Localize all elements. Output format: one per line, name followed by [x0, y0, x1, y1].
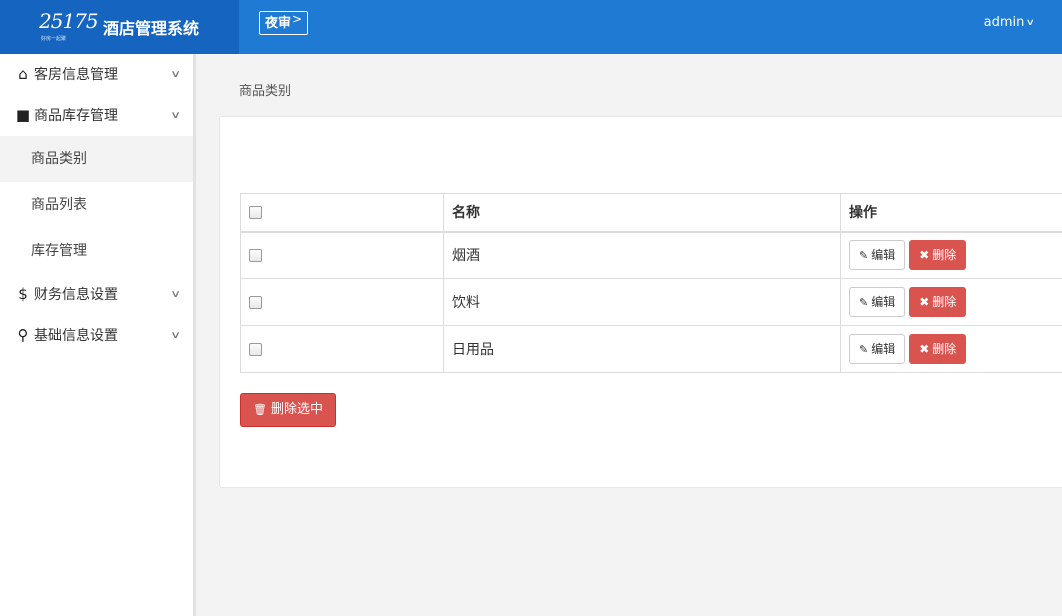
edit-button[interactable]: ✎ 编辑 [849, 240, 906, 271]
delete-button[interactable]: ✖ 删除 [909, 287, 967, 317]
night-audit-label: 夜审 [265, 16, 292, 31]
chevron-down-icon: ∨ [1026, 18, 1036, 28]
sidebar-subitem-stock[interactable]: 库存管理 [0, 228, 193, 274]
chevron-down-icon: ∨ [169, 110, 181, 121]
table-header-row: 名称 操作 [240, 193, 1062, 233]
row-checkbox-cell [240, 325, 444, 373]
sidebar: ⌂ 客房信息管理 ∨ ■ 商品库存管理 ∨ 商品类别 商品列表 库存管理 $ 财务信息… [0, 54, 196, 616]
link-icon: ⚲ [17, 326, 29, 344]
home-icon: ⌂ [18, 65, 28, 83]
user-menu[interactable]: admin ∨ [983, 15, 1036, 30]
delete-selected-button[interactable]: 🗑 删除选中 [240, 393, 336, 427]
delete-button[interactable]: ✖ 删除 [909, 240, 967, 271]
user-name: admin [983, 15, 1025, 30]
edit-label: 编辑 [871, 248, 896, 263]
logo: 25175 好房一起聚 [39, 9, 99, 45]
row-checkbox[interactable] [249, 342, 262, 356]
dollar-icon: $ [18, 285, 28, 303]
row-checkbox[interactable] [249, 295, 262, 309]
edit-button[interactable]: ✎ 编辑 [849, 334, 906, 364]
edit-icon: ✎ [859, 343, 869, 356]
brand-area: 25175 好房一起聚 酒店管理系统 [0, 0, 239, 54]
table-row: 饮料 ✎ 编辑 ✖ 删除 [240, 278, 1062, 326]
select-all-header [240, 193, 444, 233]
table-row: 日用品 ✎ 编辑 ✖ 删除 [240, 325, 1062, 373]
logo-subtitle: 好房一起聚 [41, 36, 67, 42]
category-table: 名称 操作 烟酒 ✎ 编辑 ✖ 删除 饮料 ✎ 编辑 ✖ 删除 日用品 ✎ 编辑… [240, 193, 1062, 373]
delete-selected-label: 删除选中 [270, 402, 323, 417]
sidebar-item-basic-info[interactable]: ⚲ 基础信息设置 ∨ [0, 315, 193, 356]
logo-text: 25175 [39, 9, 99, 33]
select-all-checkbox[interactable] [249, 205, 262, 219]
category-name: 饮料 [443, 278, 841, 326]
row-actions: ✎ 编辑 ✖ 删除 [840, 231, 1062, 279]
column-header-name: 名称 [443, 193, 841, 233]
sidebar-item-room-info[interactable]: ⌂ 客房信息管理 ∨ [0, 54, 193, 95]
top-bar: 25175 好房一起聚 酒店管理系统 夜审> admin ∨ [0, 0, 1062, 54]
table-row: 烟酒 ✎ 编辑 ✖ 删除 [240, 231, 1062, 279]
breadcrumb: 商品类别 [239, 84, 292, 99]
category-name: 日用品 [443, 325, 841, 373]
sidebar-item-label: 客房信息管理 [34, 67, 118, 83]
chevron-down-icon: ∨ [169, 69, 181, 80]
close-icon: ✖ [919, 295, 930, 309]
edit-icon: ✎ [859, 296, 869, 309]
edit-label: 编辑 [871, 295, 896, 309]
delete-label: 删除 [932, 295, 957, 309]
chevron-down-icon: ∨ [169, 289, 181, 300]
night-audit-button[interactable]: 夜审> [259, 11, 309, 35]
sidebar-item-label: 基础信息设置 [34, 328, 118, 344]
sidebar-item-label: 财务信息设置 [34, 287, 118, 303]
category-name: 烟酒 [443, 231, 841, 279]
sidebar-item-finance[interactable]: $ 财务信息设置 ∨ [0, 274, 193, 315]
close-icon: ✖ [919, 342, 930, 356]
content-panel: 名称 操作 烟酒 ✎ 编辑 ✖ 删除 饮料 ✎ 编辑 ✖ 删除 日用品 ✎ 编辑… [219, 116, 1062, 488]
delete-label: 删除 [932, 248, 957, 263]
chevron-right-icon: > [292, 12, 303, 26]
sidebar-subitem-product-list[interactable]: 商品列表 [0, 182, 193, 228]
sidebar-subitem-category[interactable]: 商品类别 [0, 136, 193, 182]
edit-button[interactable]: ✎ 编辑 [849, 287, 906, 317]
delete-button[interactable]: ✖ 删除 [909, 334, 967, 364]
edit-icon: ✎ [859, 249, 869, 263]
bag-icon: ■ [15, 106, 31, 124]
delete-label: 删除 [932, 342, 957, 356]
app-title: 酒店管理系统 [103, 19, 200, 38]
row-checkbox-cell [240, 278, 444, 326]
row-actions: ✎ 编辑 ✖ 删除 [840, 325, 1062, 373]
row-checkbox-cell [240, 231, 444, 279]
row-actions: ✎ 编辑 ✖ 删除 [840, 278, 1062, 326]
row-checkbox[interactable] [249, 248, 262, 262]
column-header-actions: 操作 [840, 193, 1062, 233]
close-icon: ✖ [919, 248, 930, 263]
sidebar-item-label: 商品库存管理 [34, 108, 118, 124]
sidebar-item-inventory[interactable]: ■ 商品库存管理 ∨ [0, 95, 193, 136]
edit-label: 编辑 [871, 342, 896, 356]
trash-icon: 🗑 [253, 403, 267, 416]
chevron-down-icon: ∨ [169, 330, 181, 341]
